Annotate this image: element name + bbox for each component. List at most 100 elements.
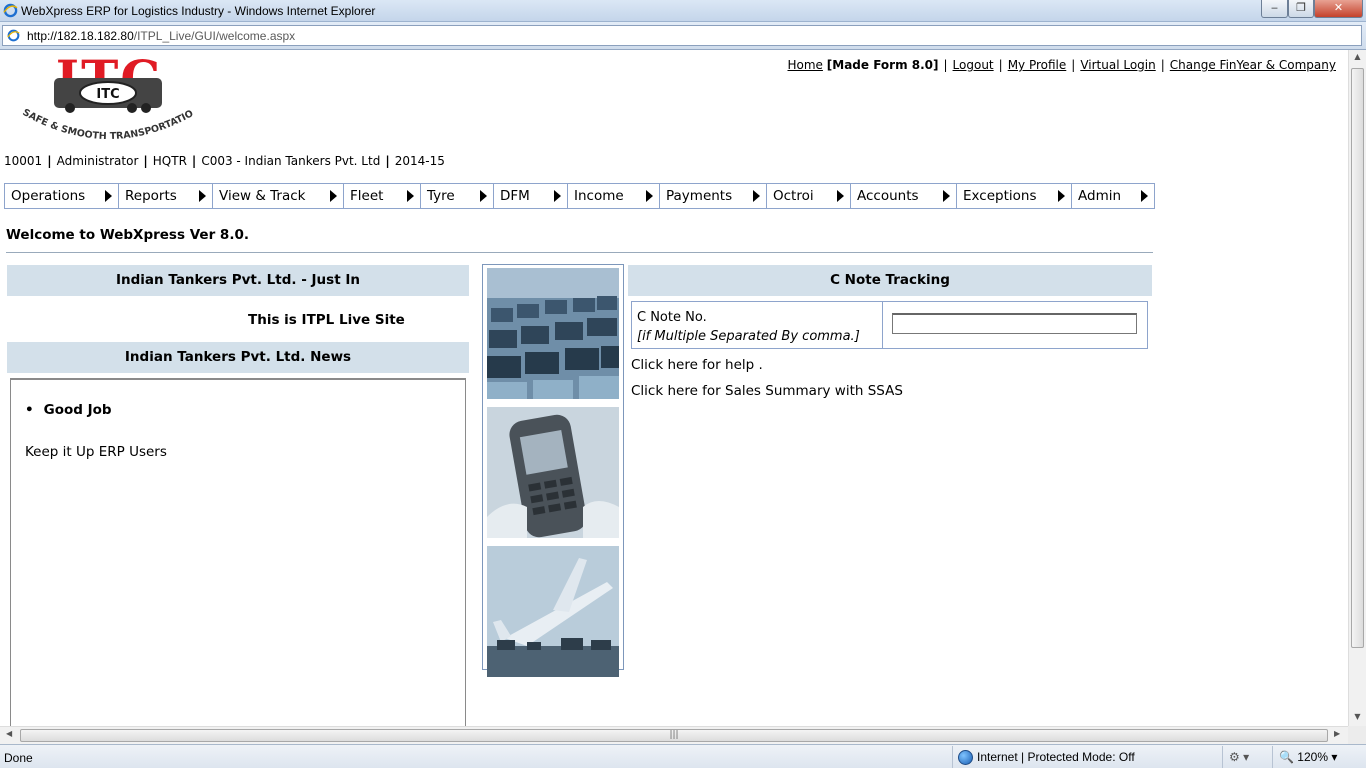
itc-logo: ITC ITC SAFE & SMOOTH TRANSPORTATION <box>14 56 195 142</box>
vertical-scrollbar[interactable]: ▲ ▼ <box>1348 50 1366 726</box>
globe-icon <box>958 749 973 765</box>
cnote-hint: [if Multiple Separated By comma.] <box>637 329 860 344</box>
cnote-label: C Note No. <box>637 310 707 325</box>
zoom-control[interactable]: 🔍 120% ▾ <box>1272 746 1343 768</box>
zone-text: Internet | Protected Mode: Off <box>977 750 1135 764</box>
menu-label: View & Track <box>219 188 306 204</box>
page-icon <box>7 29 20 42</box>
menu-dfm[interactable]: DFM <box>494 184 568 208</box>
user-info: 10001 | Administrator | HQTR | C003 - Indian T… <box>4 154 445 168</box>
main-menu: Operations Reports View & Track Fleet Ty… <box>4 183 1155 209</box>
ie-logo-icon <box>3 3 18 18</box>
menu-exceptions[interactable]: Exceptions <box>957 184 1072 208</box>
user-id: 10001 <box>4 154 43 168</box>
menu-label: Operations <box>11 188 86 204</box>
help-link[interactable]: Click here for help . <box>631 357 763 373</box>
menu-label: Exceptions <box>963 188 1037 204</box>
form-version: [Made Form 8.0] <box>826 58 939 72</box>
protected-mode-icon[interactable]: ⚙ ▾ <box>1222 746 1272 768</box>
scroll-right-icon[interactable]: ▶ <box>1334 729 1340 738</box>
menu-label: Income <box>574 188 624 204</box>
menu-fleet[interactable]: Fleet <box>344 184 421 208</box>
menu-admin[interactable]: Admin <box>1072 184 1154 208</box>
scroll-down-icon[interactable]: ▼ <box>1351 712 1364 724</box>
cnote-input[interactable] <box>892 313 1137 334</box>
menu-label: Tyre <box>427 188 455 204</box>
status-text: Done <box>4 751 33 765</box>
user-location: HQTR <box>152 154 187 168</box>
arrow-right-icon <box>407 190 414 202</box>
menu-payments[interactable]: Payments <box>660 184 767 208</box>
arrow-right-icon <box>837 190 844 202</box>
arrow-right-icon <box>199 190 206 202</box>
menu-octroi[interactable]: Octroi <box>767 184 851 208</box>
arrow-right-icon <box>554 190 561 202</box>
close-button[interactable]: ✕ <box>1314 0 1363 18</box>
maximize-button[interactable]: ❐ <box>1288 0 1314 18</box>
sales-summary-link[interactable]: Click here for Sales Summary with SSAS <box>631 383 903 399</box>
just-in-text: This is ITPL Live Site <box>248 312 405 328</box>
zoom-level: 120% <box>1297 750 1328 764</box>
divider <box>6 252 1153 253</box>
change-finyear-link[interactable]: Change FinYear & Company <box>1170 58 1336 72</box>
window-titlebar: WebXpress ERP for Logistics Industry - W… <box>0 0 1366 22</box>
top-links: Home [Made Form 8.0] | Logout | My Profile | V… <box>787 58 1337 72</box>
cnote-label-cell: C Note No. [if Multiple Separated By com… <box>632 302 883 348</box>
news-panel: Good Job Keep it Up ERP Users <box>10 378 466 726</box>
menu-accounts[interactable]: Accounts <box>851 184 957 208</box>
airplane-image <box>487 546 619 677</box>
menu-label: Admin <box>1078 188 1122 204</box>
address-bar: http://182.18.182.80/ITPL_Live/GUI/welco… <box>0 22 1366 50</box>
horizontal-scrollbar[interactable]: ◀ ||| ▶ <box>0 726 1348 744</box>
my-profile-link[interactable]: My Profile <box>1008 58 1067 72</box>
containers-image <box>487 268 619 399</box>
menu-label: Accounts <box>857 188 919 204</box>
welcome-heading: Welcome to WebXpress Ver 8.0. <box>6 227 249 243</box>
menu-view-track[interactable]: View & Track <box>213 184 344 208</box>
phone-image <box>487 407 619 538</box>
photo-strip <box>482 264 624 677</box>
news-body: Keep it Up ERP Users <box>25 444 167 460</box>
address-url: http://182.18.182.80/ITPL_Live/GUI/welco… <box>27 29 295 43</box>
just-in-header: Indian Tankers Pvt. Ltd. - Just In <box>7 265 469 296</box>
home-link[interactable]: Home <box>788 58 823 72</box>
menu-label: DFM <box>500 188 530 204</box>
arrow-right-icon <box>1058 190 1065 202</box>
zoom-icon: 🔍 <box>1279 750 1294 764</box>
logout-link[interactable]: Logout <box>953 58 994 72</box>
news-header: Indian Tankers Pvt. Ltd. News <box>7 342 469 373</box>
menu-label: Fleet <box>350 188 384 204</box>
status-bar: Done Internet | Protected Mode: Off ⚙ ▾ … <box>0 744 1366 768</box>
security-zone[interactable]: Internet | Protected Mode: Off <box>952 746 1135 768</box>
menu-reports[interactable]: Reports <box>119 184 213 208</box>
arrow-right-icon <box>753 190 760 202</box>
page-viewport: ITC ITC SAFE & SMOOTH TRANSPORTATION Hom… <box>0 50 1348 726</box>
svg-text:ITC: ITC <box>96 87 119 102</box>
menu-operations[interactable]: Operations <box>5 184 119 208</box>
window-title: WebXpress ERP for Logistics Industry - W… <box>21 4 376 18</box>
horizontal-scroll-thumb[interactable]: ||| <box>20 729 1328 742</box>
url-host: http://182.18.182.80 <box>27 29 134 43</box>
menu-income[interactable]: Income <box>568 184 660 208</box>
arrow-right-icon <box>105 190 112 202</box>
scroll-left-icon[interactable]: ◀ <box>6 729 12 738</box>
arrow-right-icon <box>480 190 487 202</box>
scroll-up-icon[interactable]: ▲ <box>1351 52 1364 64</box>
arrow-right-icon <box>646 190 653 202</box>
vertical-scroll-thumb[interactable] <box>1351 68 1364 648</box>
scroll-corner <box>1348 726 1366 744</box>
menu-label: Payments <box>666 188 733 204</box>
virtual-login-link[interactable]: Virtual Login <box>1080 58 1155 72</box>
address-input[interactable]: http://182.18.182.80/ITPL_Live/GUI/welco… <box>2 25 1362 46</box>
cnote-form: C Note No. [if Multiple Separated By com… <box>631 301 1148 349</box>
user-role: Administrator <box>56 154 139 168</box>
menu-label: Octroi <box>773 188 814 204</box>
user-finyear: 2014-15 <box>394 154 445 168</box>
url-path: /ITPL_Live/GUI/welcome.aspx <box>133 29 296 43</box>
user-company: C003 - Indian Tankers Pvt. Ltd <box>201 154 381 168</box>
minimize-button[interactable]: ‒ <box>1261 0 1288 18</box>
cnote-header: C Note Tracking <box>628 265 1152 296</box>
menu-tyre[interactable]: Tyre <box>421 184 494 208</box>
news-headline: Good Job <box>25 402 112 418</box>
arrow-right-icon <box>330 190 337 202</box>
